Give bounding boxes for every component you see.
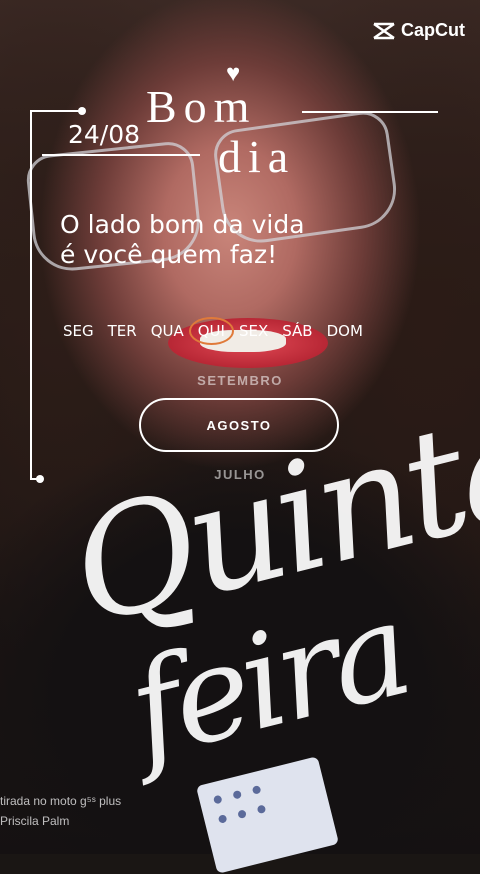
frame-top-line [30, 110, 82, 112]
weekday-sex: SEX [238, 322, 269, 340]
month-previous: SETEMBRO [197, 373, 283, 388]
capcut-watermark: CapCut [372, 20, 465, 41]
capcut-logo-icon [372, 22, 396, 40]
weekday-sab: SÁB [282, 322, 313, 340]
quote-line-1: O lado bom da vida [60, 210, 305, 239]
quote-text: O lado bom da vida é você quem faz! [60, 210, 305, 270]
weekday-dom: DOM [326, 322, 363, 340]
greeting-word-dia: dia [218, 131, 296, 182]
credit-author: Priscila Palm [0, 814, 70, 828]
weekday-ter: TER [107, 322, 137, 340]
greeting-word-bom: Bom [146, 81, 257, 132]
quote-line-2: é você quem faz! [60, 240, 278, 269]
title-line-left [42, 154, 200, 156]
brand-name: CapCut [401, 20, 465, 40]
frame-dot-top [78, 107, 86, 115]
title-line-right [302, 111, 438, 113]
month-current-label: AGOSTO [206, 417, 272, 433]
weekday-qua: QUA [150, 322, 184, 340]
credit-device: tirada no moto g⁵ˢ plus [0, 794, 122, 808]
weekday-qui-active: QUI [188, 317, 235, 345]
frame-vertical-line [30, 110, 32, 480]
weekday-seg: SEG [63, 322, 94, 340]
weekday-row: SEG TER QUA QUI SEX SÁB DOM [56, 317, 370, 345]
date-label: 24/08 [68, 120, 141, 149]
